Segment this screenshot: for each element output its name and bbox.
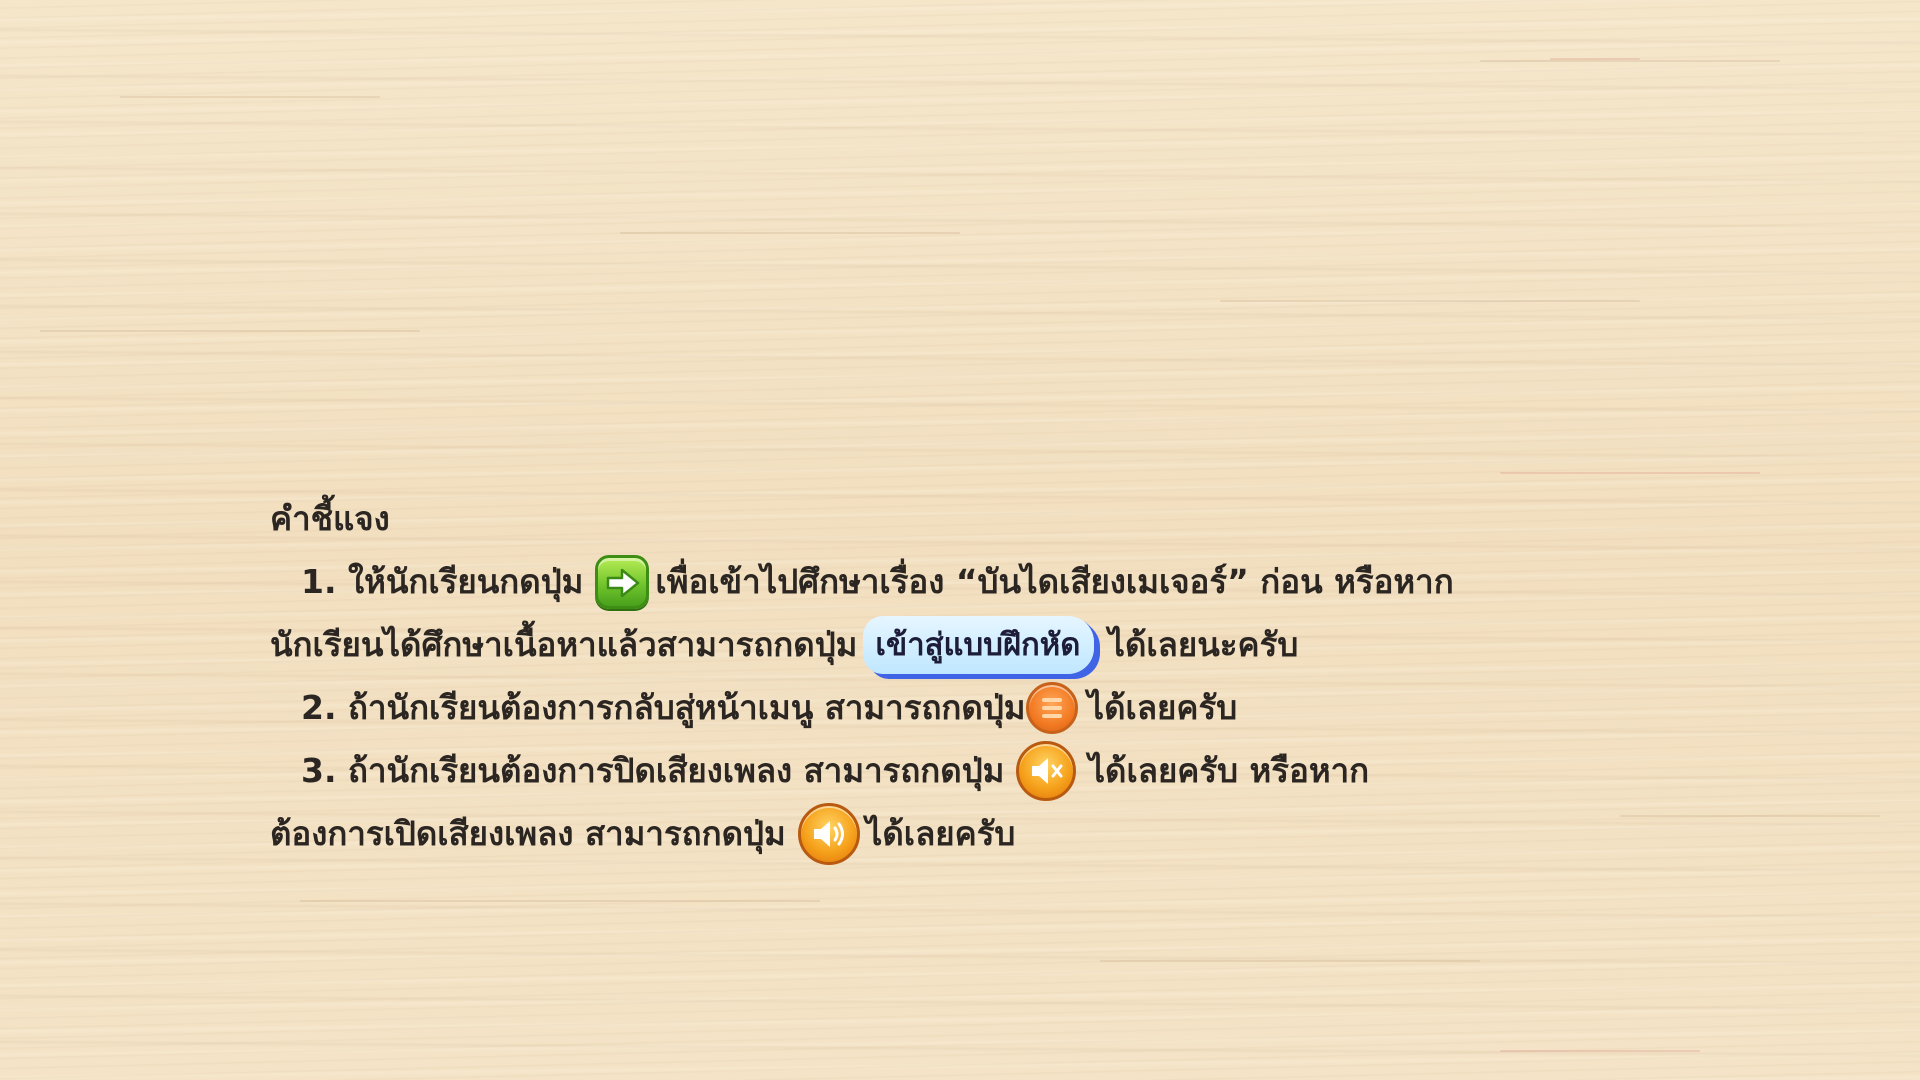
wood-grain xyxy=(620,232,960,234)
instruction-item-1: 1. ให้นักเรียนกดปุ่ม เพื่อเข้าไปศึกษาเรื… xyxy=(270,550,1690,613)
instruction-item-3: 3. ถ้านักเรียนต้องการปิดเสียงเพลง สามารถ… xyxy=(270,739,1690,802)
item-text: นักเรียนได้ศึกษาเนื้อหาแล้วสามารถกดปุ่ม xyxy=(270,625,858,664)
wood-grain xyxy=(1220,300,1640,302)
wood-grain xyxy=(40,330,420,332)
practice-button[interactable]: เข้าสู่แบบฝึกหัด xyxy=(863,615,1095,674)
speaker-mute-icon[interactable] xyxy=(1016,740,1077,801)
item-text: เพื่อเข้าไปศึกษาเรื่อง “บันไดเสียงเมเจอร… xyxy=(655,562,1454,601)
item-text: ได้เลยครับ หรือหาก xyxy=(1088,751,1370,790)
wood-grain xyxy=(1100,960,1480,962)
instruction-item-3-continued: ต้องการเปิดเสียงเพลง สามารถกดปุ่ม ได้เลย… xyxy=(270,802,1690,865)
instruction-item-1-continued: นักเรียนได้ศึกษาเนื้อหาแล้วสามารถกดปุ่ม … xyxy=(270,613,1690,676)
wood-grain xyxy=(300,900,820,902)
item-text: ได้เลยครับ xyxy=(865,814,1016,853)
item-number: 1. xyxy=(301,562,337,601)
arrow-right-icon[interactable] xyxy=(595,554,650,609)
wood-grain xyxy=(1550,58,1640,60)
item-text: ให้นักเรียนกดปุ่ม xyxy=(348,562,584,601)
speaker-on-icon[interactable] xyxy=(797,802,860,865)
item-text: ต้องการเปิดเสียงเพลง สามารถกดปุ่ม xyxy=(270,814,786,853)
wood-grain xyxy=(1500,472,1760,474)
instructions-heading: คำชี้แจง xyxy=(270,499,390,538)
item-text: ถ้านักเรียนต้องการปิดเสียงเพลง สามารถกดป… xyxy=(348,751,1005,790)
wood-grain xyxy=(1500,1050,1700,1052)
item-number: 3. xyxy=(301,751,337,790)
item-text: ได้เลยนะครับ xyxy=(1108,625,1299,664)
item-text: ถ้านักเรียนต้องการกลับสู่หน้าเมนู สามารถ… xyxy=(348,688,1026,727)
instruction-item-2: 2. ถ้านักเรียนต้องการกลับสู่หน้าเมนู สาม… xyxy=(270,676,1690,739)
instructions-panel: คำชี้แจง 1. ให้นักเรียนกดปุ่ม เพื่อเข้าไ… xyxy=(270,488,1690,865)
wood-grain xyxy=(120,96,380,98)
wood-grain xyxy=(1480,60,1780,62)
item-text: ได้เลยครับ xyxy=(1087,688,1238,727)
menu-icon[interactable] xyxy=(1025,681,1078,734)
item-number: 2. xyxy=(301,688,337,727)
